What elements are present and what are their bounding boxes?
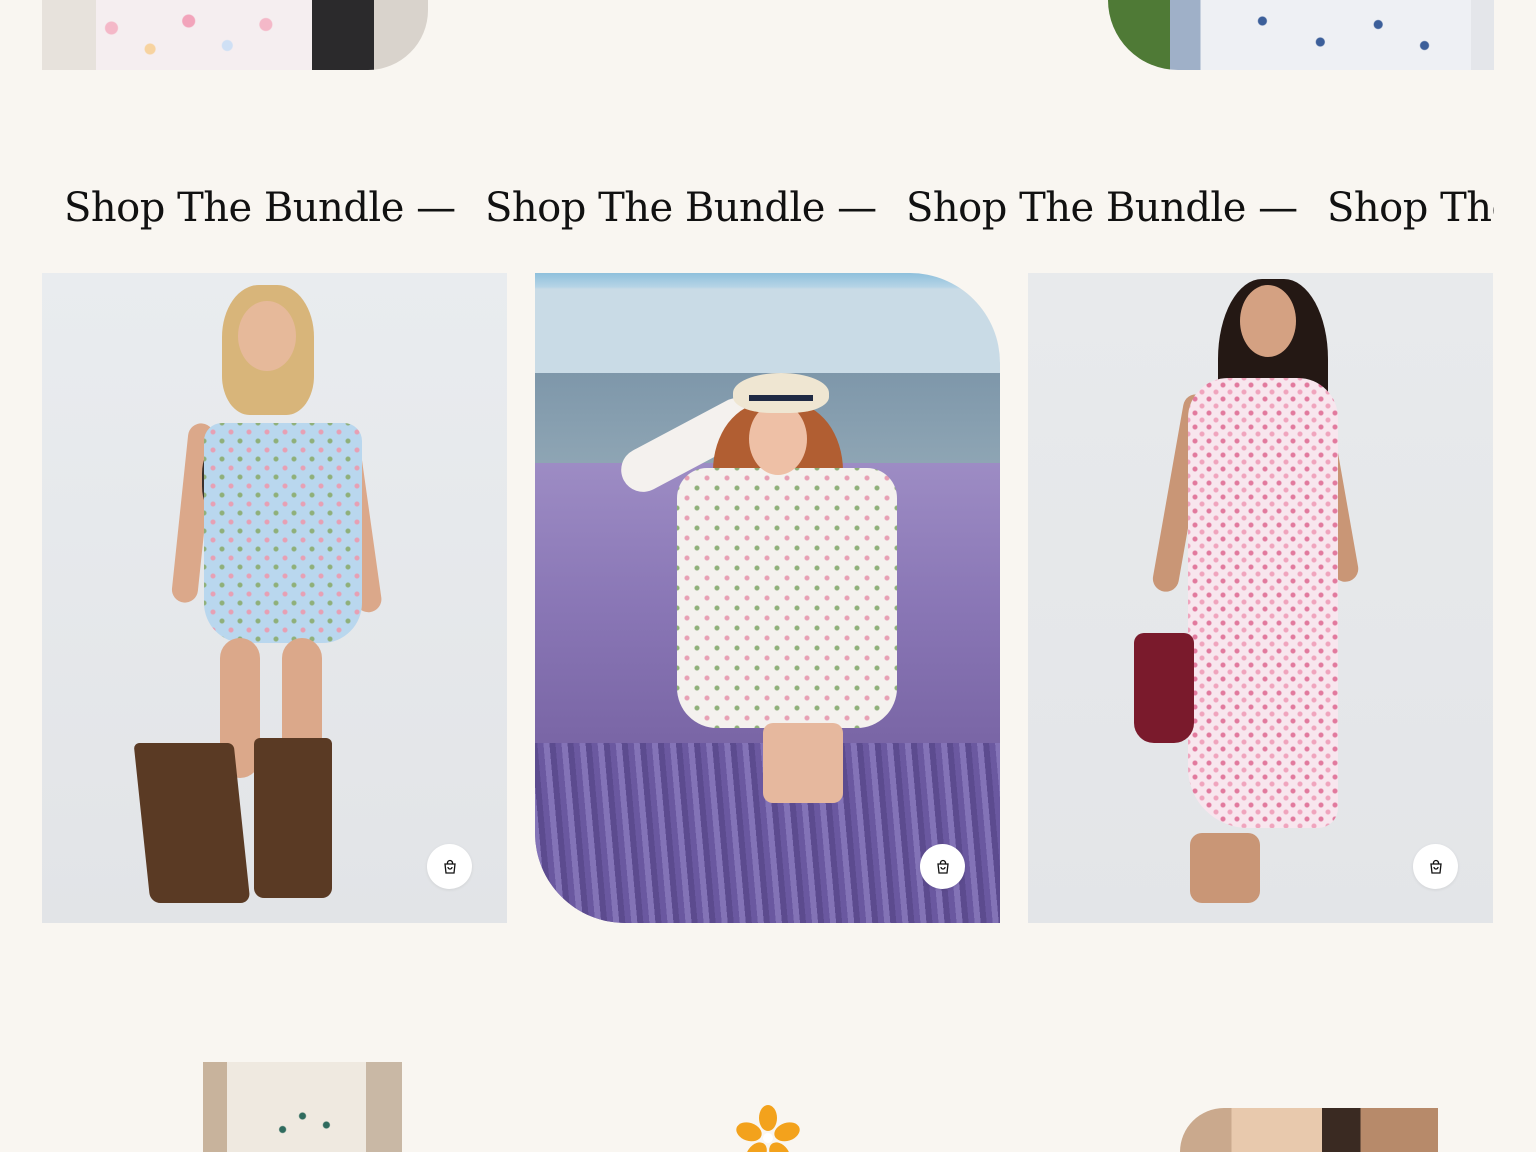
marquee-item: Shop The Bundle — — [1327, 185, 1494, 231]
shopping-bag-icon — [1429, 859, 1442, 874]
add-to-cart-button[interactable] — [1413, 844, 1458, 889]
flower-icon — [734, 1104, 802, 1152]
model-face — [749, 403, 807, 475]
white-floral-dress — [677, 468, 897, 728]
bottom-right-lifestyle-image — [1180, 1108, 1438, 1152]
top-right-lifestyle-image — [1108, 0, 1494, 70]
marquee-track: Shop The Bundle — Shop The Bundle — Shop… — [42, 176, 1494, 240]
product-image[interactable] — [1028, 273, 1493, 923]
shopping-bag-icon — [443, 859, 456, 874]
product-image[interactable] — [535, 273, 1000, 923]
burgundy-handbag — [1134, 633, 1194, 743]
shop-the-bundle-marquee: Shop The Bundle — Shop The Bundle — Shop… — [42, 176, 1494, 240]
brown-boot — [254, 738, 332, 898]
marquee-item: Shop The Bundle — — [906, 185, 1298, 231]
shopping-bag-icon — [936, 859, 949, 874]
floral-mini-dress — [204, 423, 362, 643]
product-card[interactable] — [42, 273, 507, 923]
marquee-item: Shop The Bundle — — [485, 185, 877, 231]
add-to-cart-button[interactable] — [427, 844, 472, 889]
model-legs — [763, 723, 843, 803]
product-image[interactable] — [42, 273, 507, 923]
model-face — [238, 301, 296, 371]
pink-floral-maxi-dress — [1188, 378, 1338, 828]
brown-boot — [133, 743, 251, 903]
top-left-lifestyle-image — [42, 0, 428, 70]
hat-band — [749, 395, 813, 401]
bottom-left-lifestyle-image — [203, 1062, 402, 1152]
model-feet — [1190, 833, 1260, 903]
product-card[interactable] — [1028, 273, 1493, 923]
add-to-cart-button[interactable] — [920, 844, 965, 889]
product-card[interactable] — [535, 273, 1000, 923]
marquee-item: Shop The Bundle — — [64, 185, 456, 231]
straw-hat — [733, 373, 829, 413]
model-face — [1240, 285, 1296, 357]
